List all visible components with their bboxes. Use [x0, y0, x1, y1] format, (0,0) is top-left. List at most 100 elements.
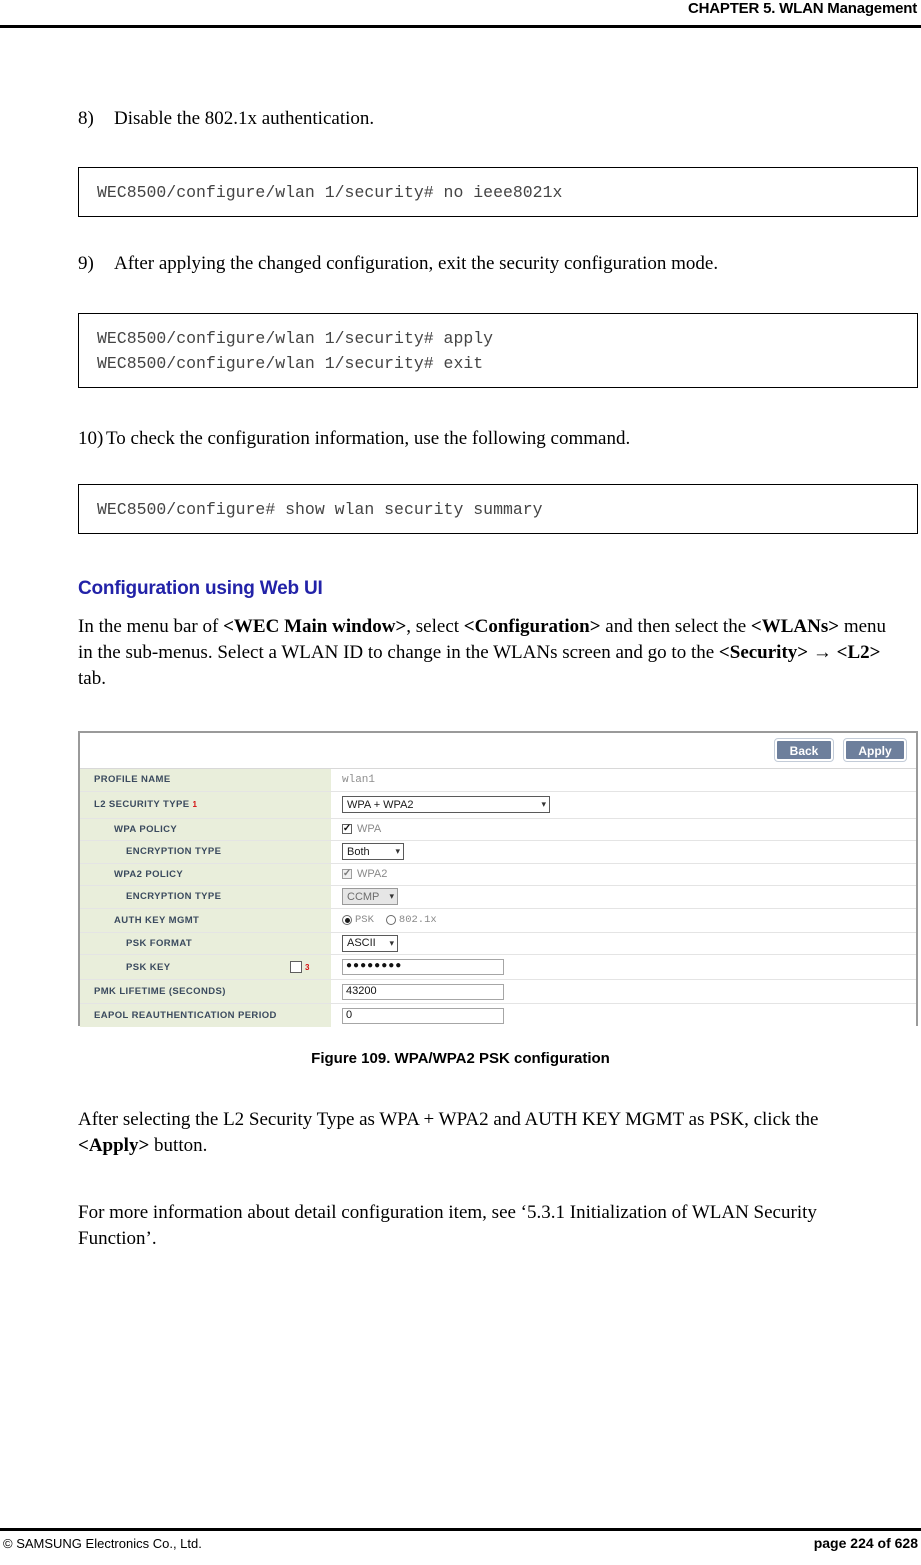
intro-text-2: , select [406, 616, 464, 637]
wpa2-encryption-type-select[interactable]: CCMP ▾ [342, 888, 398, 906]
step-10: 10) To check the configuration informatio… [78, 428, 630, 450]
footnote-marker-1: 1 [192, 800, 197, 809]
step-10-number: 10) [78, 428, 104, 449]
auth-key-mgmt-radio-8021x[interactable] [385, 915, 396, 925]
label-cell: PMK LIFETIME (SECONDS) [80, 980, 332, 1003]
row-l2-security-type: L2 SECURITY TYPE 1 WPA + WPA2 ▾ [80, 791, 916, 819]
check-icon: ✓ [342, 868, 352, 880]
label-cell: WPA POLICY [80, 818, 332, 840]
psk-key-reveal-checkbox[interactable] [290, 961, 302, 973]
closing-bold-apply: <Apply> [78, 1135, 150, 1156]
code-block-3: WEC8500/configure# show wlan security su… [78, 484, 918, 534]
figure-caption: Figure 109. WPA/WPA2 PSK configuration [311, 1050, 610, 1067]
intro-text-5: tab. [78, 668, 106, 689]
row-wpa2-encryption-type: ENCRYPTION TYPE CCMP ▾ [80, 886, 916, 909]
label-cell: AUTH KEY MGMT [80, 908, 332, 932]
intro-text-1: In the menu bar of [78, 616, 224, 637]
value-cell: wlan1 [332, 769, 916, 791]
check-icon: ✓ [342, 823, 352, 835]
value-cell: CCMP ▾ [332, 886, 916, 908]
step-9: 9) After applying the changed configurati… [78, 253, 718, 275]
eapol-reauth-period-input[interactable]: 0 [342, 1007, 504, 1024]
pmk-lifetime-input[interactable]: 43200 [342, 983, 504, 1000]
auth-key-mgmt-label: AUTH KEY MGMT [114, 914, 200, 926]
chevron-down-icon: ▾ [389, 937, 394, 948]
row-wpa2-policy: WPA2 POLICY ✓ WPA2 [80, 863, 916, 886]
wpa2-policy-checkbox[interactable]: ✓ [342, 868, 352, 880]
l2-security-type-value: WPA + WPA2 [347, 798, 414, 811]
wpa-policy-checkbox[interactable]: ✓ [342, 823, 352, 835]
code-line: WEC8500/configure/wlan 1/security# no ie… [97, 183, 563, 202]
psk-format-value: ASCII [347, 937, 376, 950]
row-profile-name: PROFILE NAME wlan1 [80, 769, 916, 792]
chevron-down-icon: ▾ [389, 891, 394, 902]
step-9-text: After applying the changed configuration… [114, 253, 719, 274]
footnote-marker-3: 3 [305, 962, 310, 972]
header-rule [0, 25, 921, 28]
closing-paragraph-1: After selecting the L2 Security Type as … [78, 1107, 890, 1159]
value-cell: WPA + WPA2 ▾ [332, 791, 916, 818]
wpa2-policy-checkbox-label: WPA2 [357, 868, 388, 881]
value-cell: 43200 [332, 980, 916, 1003]
label-cell: ENCRYPTION TYPE [80, 886, 332, 908]
l2-security-type-label: L2 SECURITY TYPE [94, 799, 190, 810]
auth-key-mgmt-radio-psk[interactable] [342, 915, 352, 925]
back-button[interactable]: Back [774, 738, 834, 762]
wpa2-encryption-type-label: ENCRYPTION TYPE [126, 891, 222, 903]
wpa-encryption-type-select[interactable]: Both ▾ [342, 843, 404, 861]
row-auth-key-mgmt: AUTH KEY MGMT PSK 802.1x [80, 908, 916, 933]
document-page: CHAPTER 5. WLAN Management 8) Disable the… [0, 0, 921, 1565]
label-cell: PSK FORMAT [80, 932, 332, 954]
auth-key-mgmt-8021x-label: 802.1x [398, 914, 437, 926]
row-eapol-reauth-period: EAPOL REAUTHENTICATION PERIOD 0 [80, 1004, 916, 1027]
code-line: WEC8500/configure# show wlan security su… [97, 500, 543, 519]
psk-format-label: PSK FORMAT [126, 937, 193, 949]
value-cell: ●●●●●●●● [332, 955, 916, 979]
wpa2-encryption-type-value: CCMP [347, 890, 380, 903]
row-psk-format: PSK FORMAT ASCII ▾ [80, 932, 916, 955]
header-title: CHAPTER 5. WLAN Management [688, 0, 917, 17]
value-cell: PSK 802.1x [332, 908, 916, 932]
closing-text-1: After selecting the L2 Security Type as … [78, 1109, 819, 1130]
value-cell: 0 [332, 1004, 916, 1027]
radio-dot-icon [344, 917, 350, 923]
footer-copyright: © SAMSUNG Electronics Co., Ltd. [3, 1536, 202, 1551]
row-pmk-lifetime: PMK LIFETIME (SECONDS) 43200 [80, 980, 916, 1004]
value-cell: ASCII ▾ [332, 932, 916, 954]
code-line: WEC8500/configure/wlan 1/security# exit [97, 354, 484, 373]
code-line: WEC8500/configure/wlan 1/security# apply [97, 329, 494, 348]
web-ui-screenshot: Back Apply PROFILE NAME wlan1 L2 SECURIT… [78, 731, 918, 1027]
closing-paragraph-2: For more information about detail config… [78, 1202, 817, 1249]
intro-bold-wec: <WEC Main window> [223, 616, 407, 637]
chevron-down-icon: ▾ [541, 799, 546, 809]
intro-text-3: and then select the [600, 616, 751, 637]
value-cell: ✓ WPA [332, 818, 916, 840]
pmk-lifetime-label: PMK LIFETIME (SECONDS) [94, 986, 226, 997]
closing-text-2: button. [149, 1135, 208, 1156]
wpa-encryption-type-label: ENCRYPTION TYPE [126, 846, 222, 858]
code-block-2: WEC8500/configure/wlan 1/security# apply… [78, 313, 918, 388]
apply-button[interactable]: Apply [843, 738, 907, 762]
label-cell: WPA2 POLICY [80, 863, 332, 885]
profile-name-value: wlan1 [342, 773, 376, 786]
intro-arrow: → [808, 642, 837, 663]
value-cell: ✓ WPA2 [332, 863, 916, 885]
form-toolbar: Back Apply [80, 733, 916, 769]
l2-security-type-select[interactable]: WPA + WPA2 ▾ [342, 796, 550, 813]
step-8-text: Disable the 802.1x authentication. [114, 108, 375, 129]
psk-key-input[interactable]: ●●●●●●●● [342, 959, 504, 975]
psk-format-select[interactable]: ASCII ▾ [342, 934, 398, 952]
label-cell: PSK KEY 3 [80, 955, 332, 979]
eapol-reauth-period-label: EAPOL REAUTHENTICATION PERIOD [94, 1010, 277, 1021]
value-cell: Both ▾ [332, 841, 916, 863]
step-10-text: To check the configuration information, … [106, 428, 631, 449]
step-8: 8) Disable the 802.1x authentication. [78, 108, 374, 130]
intro-bold-l2: <L2> [836, 642, 881, 663]
footer-page-number: page 224 of 628 [813, 1535, 918, 1551]
step-8-number: 8) [78, 108, 94, 129]
intro-bold-wlans: <WLANs> [750, 616, 840, 637]
code-block-1: WEC8500/configure/wlan 1/security# no ie… [78, 167, 918, 217]
wpa-policy-label: WPA POLICY [114, 823, 178, 835]
wpa2-policy-label: WPA2 POLICY [114, 868, 184, 880]
row-wpa-encryption-type: ENCRYPTION TYPE Both ▾ [80, 841, 916, 864]
